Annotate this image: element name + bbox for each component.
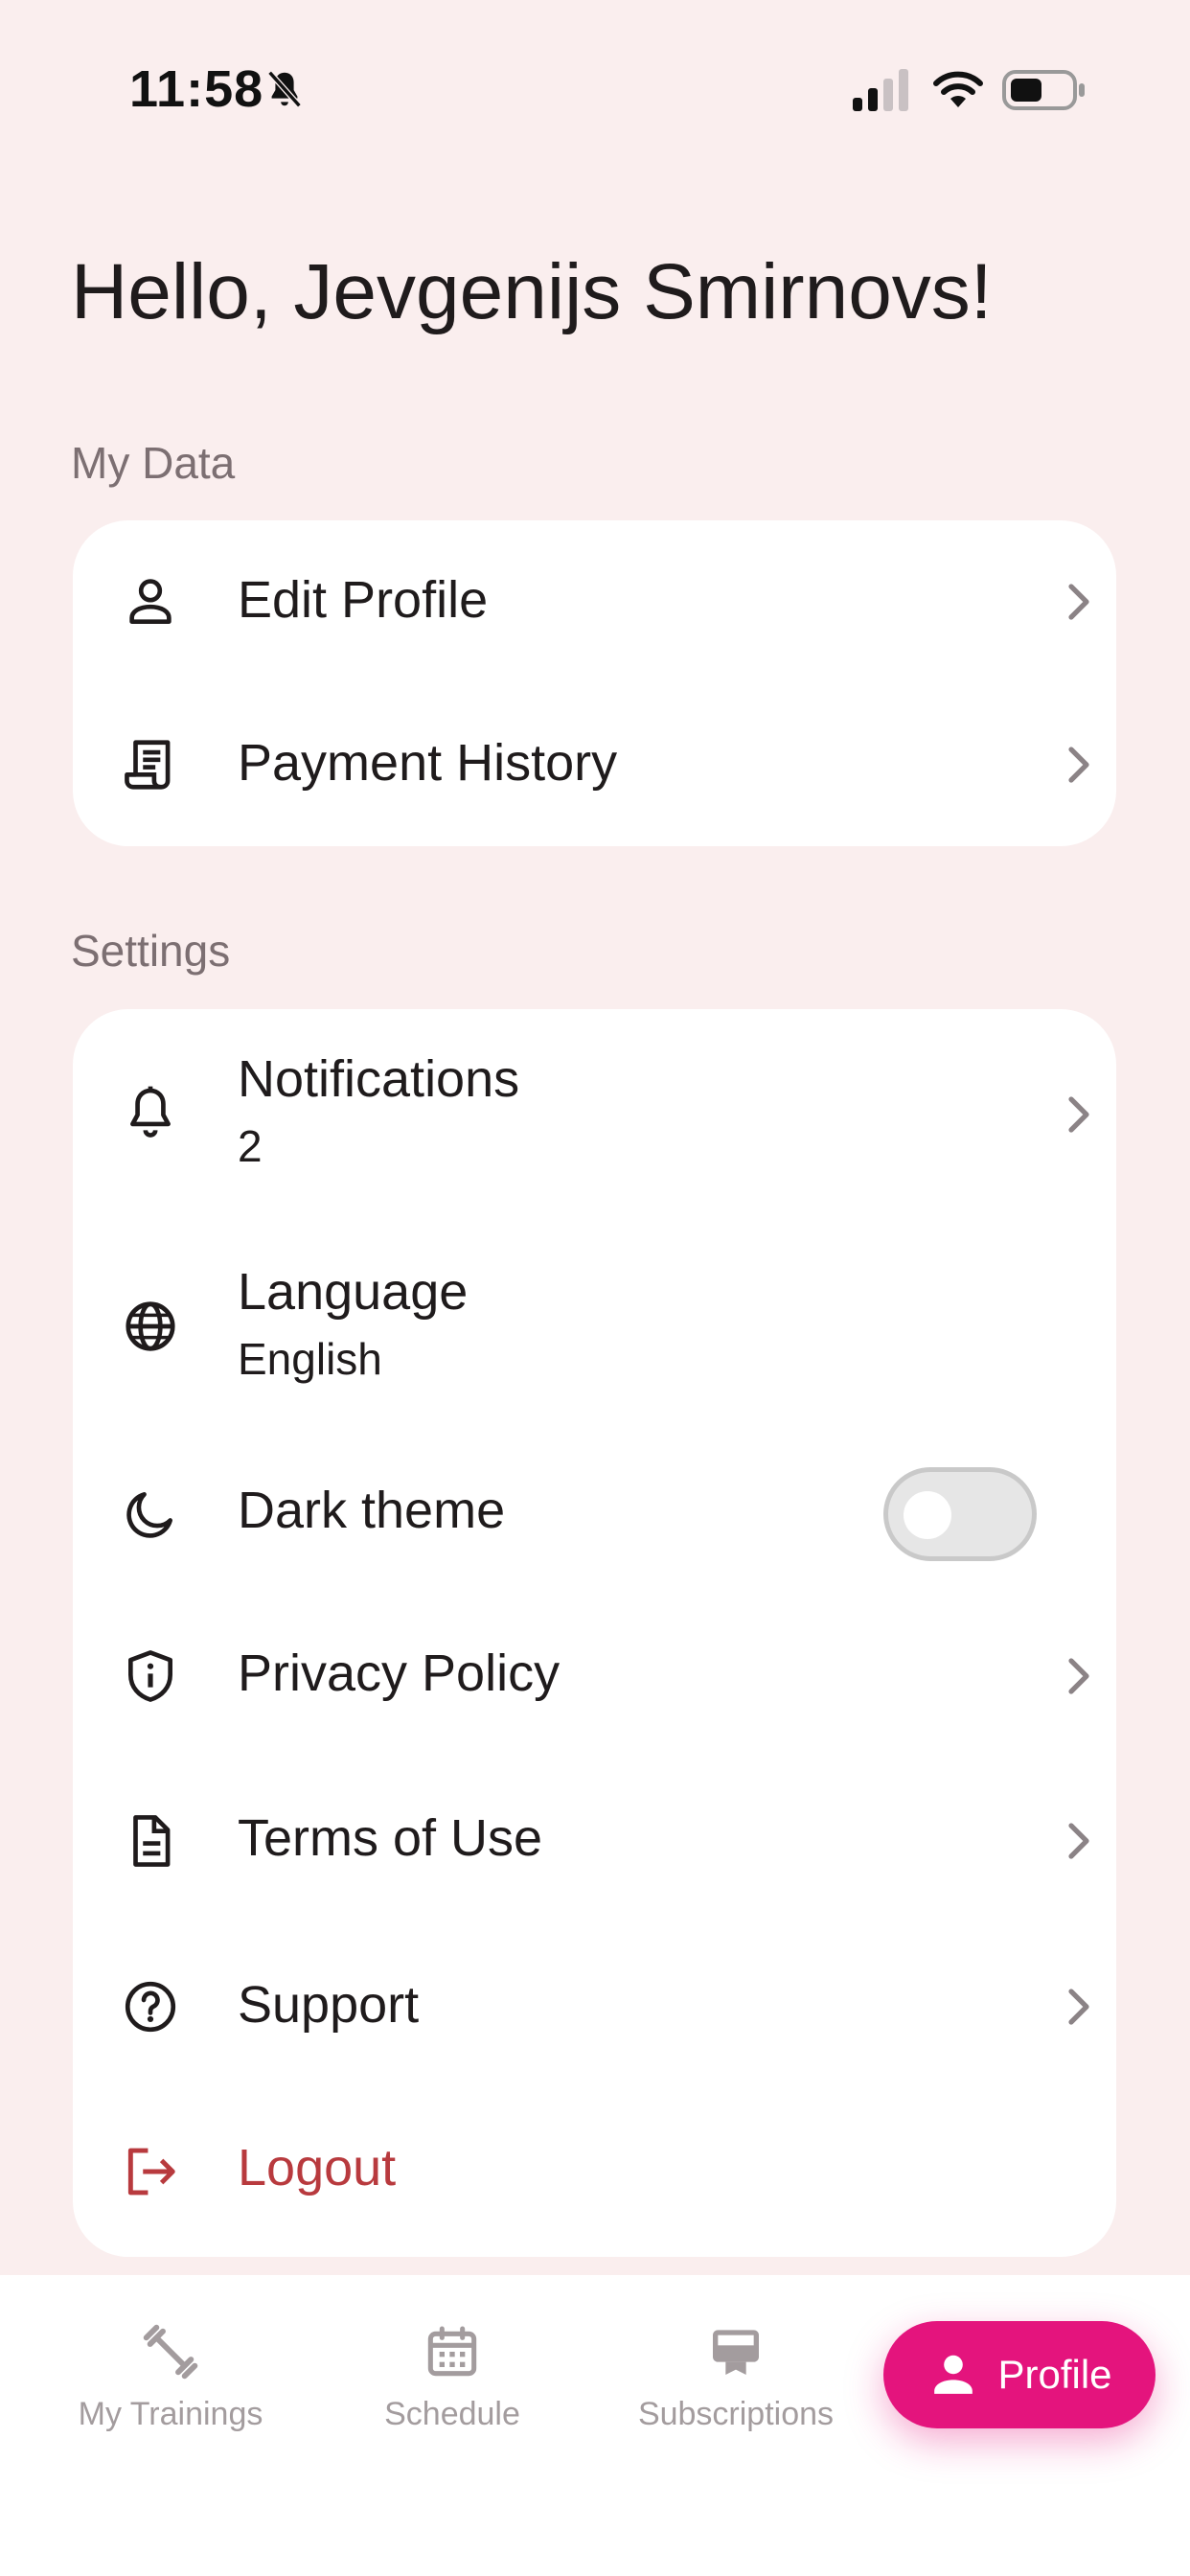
person-icon [121, 572, 180, 632]
support-item[interactable]: Support [73, 1923, 1116, 2090]
logout-icon [121, 2142, 180, 2201]
terms-of-use-item[interactable]: Terms of Use [73, 1759, 1116, 1923]
nav-profile-label: Profile [997, 2352, 1112, 2397]
privacy-policy-label: Privacy Policy [238, 1644, 561, 1702]
document-icon [121, 1811, 180, 1871]
edit-profile-label: Edit Profile [238, 571, 489, 629]
privacy-policy-item[interactable]: Privacy Policy [73, 1594, 1116, 1759]
calendar-icon [427, 2326, 477, 2377]
chevron-right-icon [1060, 1653, 1098, 1699]
chevron-right-icon [1060, 1092, 1098, 1138]
dark-theme-label: Dark theme [238, 1482, 506, 1539]
payment-history-label: Payment History [238, 734, 618, 792]
wifi-icon [933, 71, 983, 107]
dark-theme-item: Dark theme [73, 1431, 1116, 1594]
nav-subscriptions[interactable]: Subscriptions [625, 2321, 847, 2433]
chevron-right-icon [1060, 1984, 1098, 2030]
edit-profile-item[interactable]: Edit Profile [73, 520, 1116, 683]
notifications-count: 2 [238, 1121, 263, 1171]
chevron-right-icon [1060, 1818, 1098, 1864]
moon-icon [121, 1484, 180, 1544]
toggle-knob [904, 1491, 951, 1539]
status-bar: 11:58 [0, 0, 1190, 182]
battery-icon [1002, 70, 1085, 110]
notifications-label: Notifications [238, 1050, 520, 1108]
signal-icon [853, 69, 908, 111]
nav-profile[interactable]: Profile [883, 2321, 1156, 2428]
status-time: 11:58 [129, 60, 264, 118]
greeting-title: Hello, Jevgenijs Smirnovs! [71, 248, 993, 335]
profile-screen: 11:58 Hello, Jevgenijs Smirnovs! My Data [0, 0, 1190, 2576]
globe-icon [121, 1297, 180, 1356]
language-label: Language [238, 1263, 469, 1321]
support-label: Support [238, 1976, 420, 2034]
bell-off-icon [267, 70, 302, 108]
receipt-icon [121, 735, 180, 794]
shield-info-icon [121, 1646, 180, 1706]
subscription-card-icon [713, 2330, 759, 2375]
logout-label: Logout [238, 2139, 397, 2196]
nav-schedule-label: Schedule [384, 2396, 520, 2432]
settings-section-label: Settings [71, 926, 231, 976]
logout-item[interactable]: Logout [73, 2090, 1116, 2257]
payment-history-item[interactable]: Payment History [73, 683, 1116, 846]
notifications-item[interactable]: Notifications 2 [73, 1009, 1116, 1220]
settings-card: Notifications 2 Language English Dark th… [73, 1009, 1116, 2257]
nav-my-trainings[interactable]: My Trainings [57, 2321, 284, 2433]
language-item[interactable]: Language English [73, 1220, 1116, 1431]
nav-schedule[interactable]: Schedule [356, 2321, 548, 2433]
bell-icon [121, 1082, 180, 1141]
terms-of-use-label: Terms of Use [238, 1809, 543, 1867]
person-icon [934, 2355, 973, 2394]
nav-my-trainings-label: My Trainings [78, 2396, 263, 2432]
chevron-right-icon [1060, 742, 1098, 788]
nav-subscriptions-label: Subscriptions [637, 2396, 835, 2432]
my-data-card: Edit Profile Payment History [73, 520, 1116, 846]
language-value: English [238, 1334, 382, 1384]
question-icon [121, 1977, 180, 2036]
my-data-section-label: My Data [71, 438, 236, 488]
chevron-right-icon [1060, 579, 1098, 625]
dark-theme-toggle[interactable] [883, 1467, 1037, 1561]
dumbbell-icon [143, 2324, 198, 2380]
bottom-nav: My Trainings Schedule Subscriptions Prof… [0, 2275, 1190, 2576]
